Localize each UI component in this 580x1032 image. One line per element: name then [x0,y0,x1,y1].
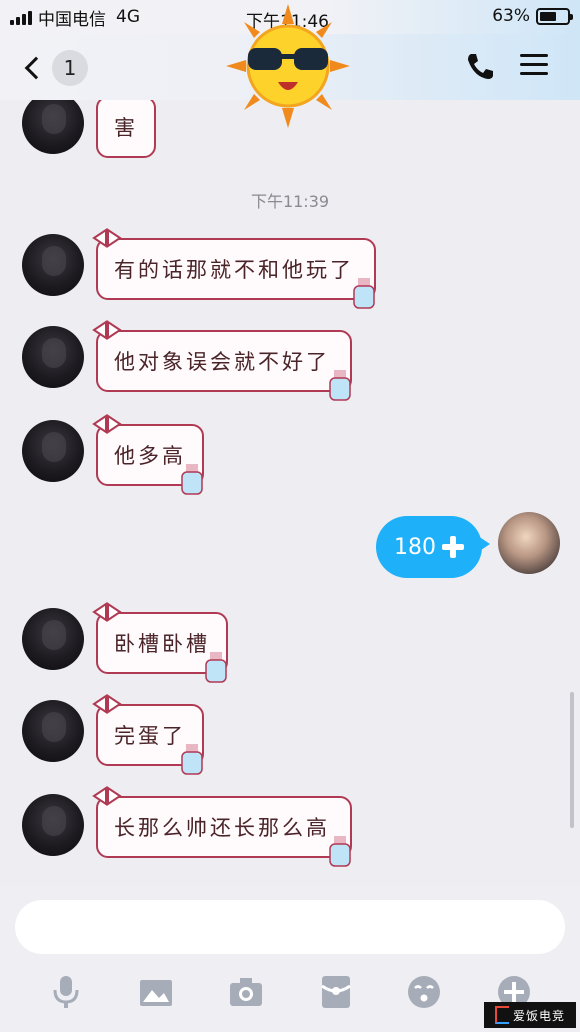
phone-icon[interactable] [462,48,498,84]
carrier-name: 中国电信 [38,9,106,30]
bow-decoration-icon [92,320,122,340]
chevron-left-icon [24,56,48,80]
message-bubble[interactable]: 长那么帅还长那么高 [92,786,352,867]
menu-icon[interactable] [516,48,552,84]
microphone-icon[interactable] [48,974,84,1010]
emoji-icon[interactable] [406,974,442,1010]
bow-decoration-icon [92,694,122,714]
message-text: 长那么帅还长那么高 [114,816,330,840]
contact-avatar[interactable] [22,700,84,762]
back-button[interactable]: 1 [22,50,88,86]
nav-bar: 1 [0,4,580,128]
input-area: 爱饭电竞 [0,886,580,1032]
message-text: 有的话那就不和他玩了 [114,258,354,282]
bottle-sticker-icon [329,370,351,401]
signal-icon [10,9,32,25]
image-icon[interactable] [138,974,174,1010]
bow-decoration-icon [92,228,122,248]
chat-timestamp: 下午11:39 [250,192,330,211]
bottle-sticker-icon [353,278,375,309]
message-input[interactable] [15,900,565,954]
chat-scrollbar[interactable] [570,692,574,828]
network-type: 4G [116,7,140,27]
chat-area[interactable]: 害 下午11:39 有的话那就不和他玩了 他对象误会就不好了 他多高 180 卧… [0,100,580,886]
message-text: 害 [114,116,138,140]
plus-emoji-icon [442,536,464,558]
watermark-logo-icon [494,1006,509,1024]
watermark-text: 爱饭电竞 [512,1008,565,1023]
camera-icon[interactable] [228,974,264,1010]
contact-avatar[interactable] [22,326,84,388]
message-bubble[interactable]: 害 [96,100,156,158]
bottle-sticker-icon [181,744,203,775]
message-bubble[interactable]: 有的话那就不和他玩了 [92,228,376,309]
contact-avatar[interactable] [22,100,84,154]
contact-avatar[interactable] [22,794,84,856]
watermark-logo: 爱饭电竞 [484,1002,576,1028]
my-message-bubble[interactable]: 180 [376,516,490,578]
red-packet-icon[interactable] [318,974,354,1010]
bottle-sticker-icon [181,464,203,495]
bow-decoration-icon [92,414,122,434]
message-text: 180 [394,534,436,560]
bow-decoration-icon [92,786,122,806]
bottle-sticker-icon [205,652,227,683]
contact-avatar[interactable] [22,608,84,670]
message-bubble[interactable]: 卧槽卧槽 [92,602,228,683]
battery-percent: 63% [492,6,530,26]
message-bubble[interactable]: 他对象误会就不好了 [92,320,352,401]
message-text: 他对象误会就不好了 [114,350,330,374]
bow-decoration-icon [92,602,122,622]
unread-badge: 1 [52,50,88,86]
message-bubble[interactable]: 他多高 [92,414,204,495]
contact-avatar[interactable] [22,234,84,296]
my-avatar[interactable] [498,512,560,574]
bottle-sticker-icon [329,836,351,867]
contact-avatar[interactable] [22,420,84,482]
message-bubble[interactable]: 完蛋了 [92,694,204,775]
battery-icon [536,7,573,25]
